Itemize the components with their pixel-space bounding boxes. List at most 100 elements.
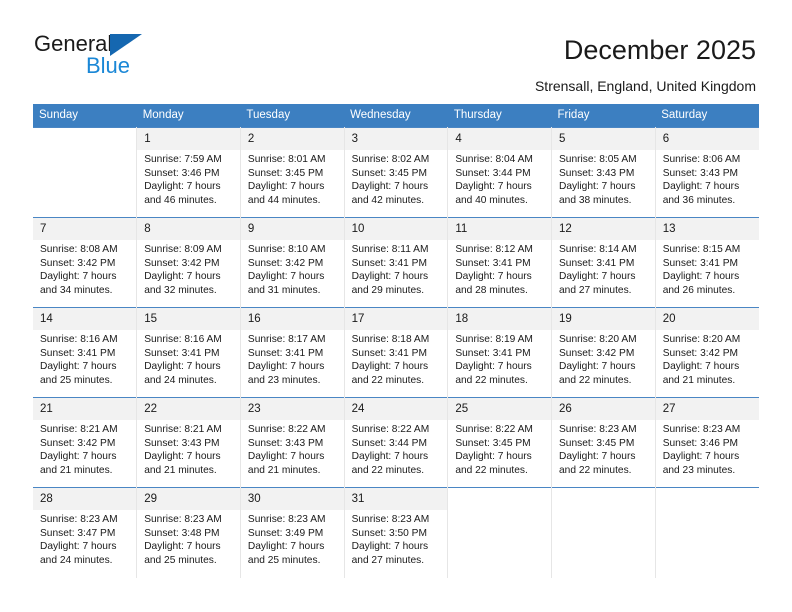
calendar-day-cell[interactable]: 30 Sunrise: 8:23 AM Sunset: 3:49 PM Dayligh… xyxy=(240,487,345,578)
calendar-day-cell[interactable]: 16 Sunrise: 8:17 AM Sunset: 3:41 PM Dayligh… xyxy=(240,307,345,398)
sunset-time: Sunset: 3:42 PM xyxy=(40,257,116,269)
day-number-empty xyxy=(656,488,759,510)
sunrise-time: Sunrise: 8:04 AM xyxy=(455,154,533,165)
day-number: 12 xyxy=(552,218,655,240)
calendar-day-cell[interactable]: 23 Sunrise: 8:22 AM Sunset: 3:43 PM Dayligh… xyxy=(240,397,345,488)
day-number: 9 xyxy=(240,218,344,240)
calendar-day-cell[interactable]: 29 Sunrise: 8:23 AM Sunset: 3:48 PM Dayligh… xyxy=(136,487,241,578)
daylight-duration-line1: Daylight: 7 hours xyxy=(247,541,325,553)
sunrise-time: Sunrise: 8:16 AM xyxy=(40,334,118,345)
calendar-day-cell[interactable]: 19 Sunrise: 8:20 AM Sunset: 3:42 PM Dayligh… xyxy=(551,307,656,398)
daylight-duration-line1: Daylight: 7 hours xyxy=(662,271,740,283)
calendar-day-cell[interactable]: 6 Sunrise: 8:06 AM Sunset: 3:43 PM Daylight… xyxy=(655,127,759,218)
day-sun-info: Sunrise: 8:23 AM Sunset: 3:46 PM Daylight:… xyxy=(656,420,759,477)
daylight-duration-line2: and 23 minutes. xyxy=(662,464,736,476)
day-sun-info: Sunrise: 8:15 AM Sunset: 3:41 PM Daylight:… xyxy=(656,240,759,297)
calendar-body: 1 Sunrise: 7:59 AM Sunset: 3:46 PM Daylight… xyxy=(33,127,759,578)
calendar-day-cell[interactable]: 4 Sunrise: 8:04 AM Sunset: 3:44 PM Daylight… xyxy=(447,127,553,218)
calendar-day-cell[interactable]: 9 Sunrise: 8:10 AM Sunset: 3:42 PM Daylight… xyxy=(240,217,345,308)
daylight-duration-line2: and 27 minutes. xyxy=(351,554,425,566)
daylight-duration-line1: Daylight: 7 hours xyxy=(40,271,117,283)
calendar-day-cell[interactable]: 21 Sunrise: 8:21 AM Sunset: 3:42 PM Dayligh… xyxy=(33,397,138,488)
sunrise-time: Sunrise: 8:02 AM xyxy=(351,154,430,165)
calendar-day-cell[interactable]: 13 Sunrise: 8:15 AM Sunset: 3:41 PM Dayligh… xyxy=(655,217,759,308)
calendar-day-cell[interactable]: 7 Sunrise: 8:08 AM Sunset: 3:42 PM Daylight… xyxy=(33,217,138,308)
calendar-day-cell[interactable]: 25 Sunrise: 8:22 AM Sunset: 3:45 PM Dayligh… xyxy=(447,397,553,488)
calendar-day-cell[interactable]: 14 Sunrise: 8:16 AM Sunset: 3:41 PM Dayligh… xyxy=(33,307,138,398)
daylight-duration-line2: and 23 minutes. xyxy=(247,374,321,386)
sunset-time: Sunset: 3:41 PM xyxy=(559,257,635,269)
calendar-day-cell[interactable]: 3 Sunrise: 8:02 AM Sunset: 3:45 PM Daylight… xyxy=(344,127,449,218)
daylight-duration-line2: and 31 minutes. xyxy=(247,284,321,296)
general-blue-logo[interactable]: General Blue xyxy=(34,32,274,82)
calendar-day-cell[interactable]: 27 Sunrise: 8:23 AM Sunset: 3:46 PM Dayligh… xyxy=(655,397,759,488)
calendar-day-cell[interactable]: 26 Sunrise: 8:23 AM Sunset: 3:45 PM Dayligh… xyxy=(551,397,656,488)
day-sun-info: Sunrise: 8:05 AM Sunset: 3:43 PM Daylight:… xyxy=(552,150,655,207)
calendar-day-cell[interactable]: 31 Sunrise: 8:23 AM Sunset: 3:50 PM Dayligh… xyxy=(344,487,449,578)
daylight-duration-line2: and 26 minutes. xyxy=(662,284,736,296)
calendar-day-cell-empty xyxy=(655,487,759,578)
daylight-duration-line1: Daylight: 7 hours xyxy=(455,361,532,373)
sunset-time: Sunset: 3:42 PM xyxy=(247,257,324,269)
day-number: 15 xyxy=(137,308,240,330)
calendar-day-cell[interactable]: 12 Sunrise: 8:14 AM Sunset: 3:41 PM Dayligh… xyxy=(551,217,656,308)
calendar-day-cell-empty xyxy=(447,487,553,578)
calendar-page: General Blue December 2025 Strensall, En… xyxy=(0,0,792,612)
calendar-day-cell[interactable]: 8 Sunrise: 8:09 AM Sunset: 3:42 PM Daylight… xyxy=(136,217,241,308)
daylight-duration-line1: Daylight: 7 hours xyxy=(351,181,429,193)
calendar-day-cell[interactable]: 24 Sunrise: 8:22 AM Sunset: 3:44 PM Dayligh… xyxy=(344,397,449,488)
day-number: 17 xyxy=(344,308,448,330)
sunrise-time: Sunrise: 8:23 AM xyxy=(351,514,430,525)
calendar-day-cell[interactable]: 1 Sunrise: 7:59 AM Sunset: 3:46 PM Daylight… xyxy=(136,127,241,218)
day-number: 31 xyxy=(344,488,448,510)
daylight-duration-line2: and 22 minutes. xyxy=(351,464,425,476)
day-number: 1 xyxy=(137,128,240,150)
sunset-time: Sunset: 3:42 PM xyxy=(559,347,635,359)
sunset-time: Sunset: 3:49 PM xyxy=(247,527,324,539)
calendar-week-row: 28 Sunrise: 8:23 AM Sunset: 3:47 PM Dayligh… xyxy=(33,487,759,578)
sunrise-time: Sunrise: 8:23 AM xyxy=(662,424,741,435)
daylight-duration-line1: Daylight: 7 hours xyxy=(559,451,636,463)
calendar-week-row: 1 Sunrise: 7:59 AM Sunset: 3:46 PM Daylight… xyxy=(33,127,759,218)
weekday-header-tuesday: Tuesday xyxy=(240,104,345,128)
day-sun-info: Sunrise: 8:10 AM Sunset: 3:42 PM Daylight:… xyxy=(241,240,344,297)
calendar-day-cell[interactable]: 15 Sunrise: 8:16 AM Sunset: 3:41 PM Dayligh… xyxy=(136,307,241,398)
daylight-duration-line2: and 27 minutes. xyxy=(559,284,632,296)
calendar-day-cell[interactable]: 20 Sunrise: 8:20 AM Sunset: 3:42 PM Dayligh… xyxy=(655,307,759,398)
calendar-day-cell[interactable]: 5 Sunrise: 8:05 AM Sunset: 3:43 PM Daylight… xyxy=(551,127,656,218)
calendar-week-row: 14 Sunrise: 8:16 AM Sunset: 3:41 PM Dayligh… xyxy=(33,307,759,398)
daylight-duration-line1: Daylight: 7 hours xyxy=(351,541,429,553)
day-number-empty xyxy=(448,488,551,510)
calendar-day-cell[interactable]: 18 Sunrise: 8:19 AM Sunset: 3:41 PM Dayligh… xyxy=(447,307,553,398)
daylight-duration-line2: and 44 minutes. xyxy=(247,194,321,206)
sunset-time: Sunset: 3:45 PM xyxy=(247,167,324,179)
calendar-day-cell[interactable]: 28 Sunrise: 8:23 AM Sunset: 3:47 PM Dayligh… xyxy=(33,487,138,578)
sunset-time: Sunset: 3:45 PM xyxy=(351,167,427,179)
calendar-day-cell[interactable]: 2 Sunrise: 8:01 AM Sunset: 3:45 PM Daylight… xyxy=(240,127,345,218)
daylight-duration-line2: and 38 minutes. xyxy=(559,194,632,206)
day-sun-info: Sunrise: 8:17 AM Sunset: 3:41 PM Daylight:… xyxy=(241,330,344,387)
day-number: 18 xyxy=(448,308,552,330)
calendar-day-cell[interactable]: 11 Sunrise: 8:12 AM Sunset: 3:41 PM Dayligh… xyxy=(447,217,553,308)
day-number: 21 xyxy=(33,398,137,420)
sunset-time: Sunset: 3:50 PM xyxy=(351,527,427,539)
day-sun-info: Sunrise: 8:09 AM Sunset: 3:42 PM Daylight:… xyxy=(137,240,240,297)
sunrise-time: Sunrise: 8:23 AM xyxy=(559,424,637,435)
day-number: 11 xyxy=(448,218,552,240)
calendar-day-cell[interactable]: 10 Sunrise: 8:11 AM Sunset: 3:41 PM Dayligh… xyxy=(344,217,449,308)
daylight-duration-line2: and 22 minutes. xyxy=(559,374,632,386)
day-number: 30 xyxy=(240,488,344,510)
daylight-duration-line2: and 25 minutes. xyxy=(40,374,113,386)
daylight-duration-line2: and 24 minutes. xyxy=(40,554,113,566)
day-number: 4 xyxy=(448,128,552,150)
calendar-day-cell-empty xyxy=(33,127,138,218)
sunrise-time: Sunrise: 8:09 AM xyxy=(144,244,222,255)
weekday-header-wednesday: Wednesday xyxy=(344,104,448,128)
day-sun-info: Sunrise: 8:14 AM Sunset: 3:41 PM Daylight:… xyxy=(552,240,655,297)
weekday-header-sunday: Sunday xyxy=(33,104,137,128)
day-number: 6 xyxy=(655,128,759,150)
calendar-day-cell[interactable]: 22 Sunrise: 8:21 AM Sunset: 3:43 PM Dayligh… xyxy=(136,397,241,488)
calendar-day-cell[interactable]: 17 Sunrise: 8:18 AM Sunset: 3:41 PM Dayligh… xyxy=(344,307,449,398)
sunset-time: Sunset: 3:43 PM xyxy=(662,167,739,179)
sunrise-time: Sunrise: 8:23 AM xyxy=(247,514,326,525)
